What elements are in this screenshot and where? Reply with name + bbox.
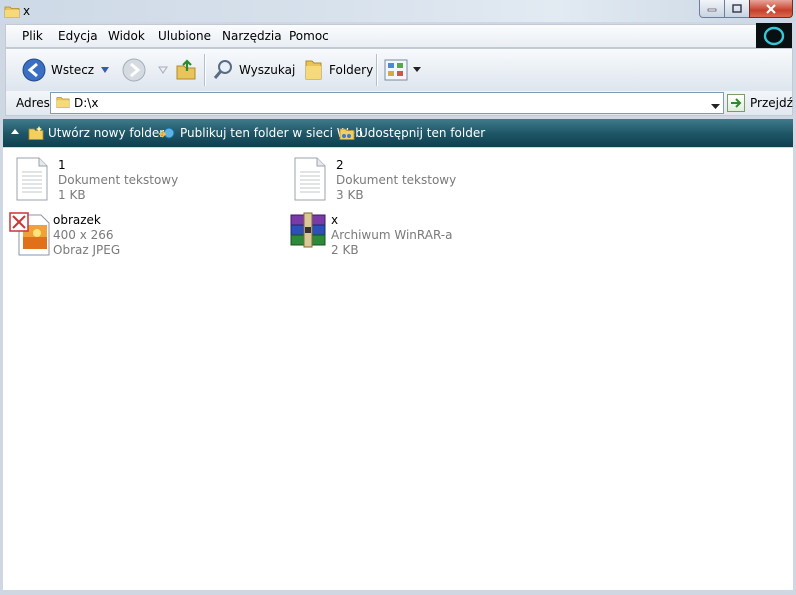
- back-button[interactable]: Wstecz: [22, 58, 94, 82]
- folders-label: Foldery: [329, 63, 374, 77]
- views-button[interactable]: [384, 58, 421, 82]
- chevron-down-icon: [413, 67, 421, 72]
- file-size: 1 KB: [58, 188, 86, 202]
- file-list: 1 Dokument tekstowy 1 KB 2 Dokument teks…: [3, 148, 793, 590]
- forward-button[interactable]: [122, 58, 146, 82]
- close-button[interactable]: [749, 0, 793, 18]
- chevron-down-icon: [158, 66, 168, 74]
- publish-label: Publikuj ten folder w sieci Web: [180, 126, 363, 140]
- back-label: Wstecz: [51, 63, 95, 77]
- folders-icon: [305, 60, 322, 80]
- folder-tasks-bar: Utwórz nowy folder Publikuj ten folder w…: [3, 119, 793, 147]
- search-button[interactable]: Wyszukaj: [212, 58, 295, 82]
- address-label: Adres: [16, 96, 50, 110]
- chevron-down-icon: [711, 104, 720, 109]
- file-size: 2 KB: [331, 243, 359, 257]
- address-value: D:\x: [74, 96, 99, 110]
- publish-folder-task[interactable]: Publikuj ten folder w sieci Web: [158, 125, 363, 141]
- toolbar-separator: [376, 54, 377, 86]
- back-arrow-icon: [22, 58, 46, 82]
- winrar-archive-icon: [287, 211, 327, 259]
- minimize-button[interactable]: [699, 0, 725, 18]
- folder-up-icon: [176, 59, 196, 80]
- text-file-icon: [14, 156, 54, 204]
- menu-edycja[interactable]: Edycja: [58, 29, 98, 43]
- up-folder-button[interactable]: [174, 58, 198, 82]
- text-file-icon: [292, 156, 332, 204]
- address-dropdown[interactable]: [711, 99, 720, 113]
- folder-icon: [4, 3, 20, 22]
- back-history-dropdown[interactable]: [100, 58, 110, 82]
- menu-plik[interactable]: Plik: [22, 29, 43, 43]
- search-label: Wyszukaj: [239, 63, 296, 77]
- folder-icon: [56, 95, 70, 112]
- menu-widok[interactable]: Widok: [108, 29, 145, 43]
- chevron-down-icon: [101, 67, 109, 73]
- views-icon: [384, 59, 408, 81]
- jpeg-image-icon: [9, 211, 50, 259]
- file-name: obrazek: [53, 213, 101, 227]
- file-name: 1: [58, 158, 66, 172]
- file-item-2[interactable]: 2 Dokument tekstowy 3 KB: [292, 156, 456, 204]
- publish-web-icon: [159, 127, 175, 139]
- go-arrow-icon: [727, 94, 745, 112]
- address-bar: Adres D:\x Przejdź: [5, 91, 793, 116]
- close-icon: [766, 3, 776, 14]
- file-item-x[interactable]: x Archiwum WinRAR-a 2 KB: [287, 211, 452, 259]
- search-icon: [213, 60, 232, 79]
- collapse-icon[interactable]: [11, 129, 19, 134]
- file-type: Obraz JPEG: [53, 243, 121, 257]
- share-label: Udostępnij ten folder: [359, 126, 486, 140]
- file-name: x: [331, 213, 339, 227]
- file-size: 3 KB: [336, 188, 364, 202]
- file-name: 2: [336, 158, 344, 172]
- file-item-1[interactable]: 1 Dokument tekstowy 1 KB: [14, 156, 178, 204]
- menu-pomoc[interactable]: Pomoc: [289, 29, 329, 43]
- forward-arrow-icon: [122, 58, 146, 82]
- forward-history-dropdown[interactable]: [158, 58, 168, 82]
- new-folder-icon: [28, 126, 44, 140]
- toolbar-separator: [204, 54, 205, 86]
- folders-button[interactable]: Foldery: [302, 58, 373, 82]
- address-input[interactable]: D:\x: [50, 92, 724, 114]
- new-folder-task[interactable]: Utwórz nowy folder: [28, 125, 164, 141]
- menu-bar: Plik Edycja Widok Ulubione Narzędzia Pom…: [5, 24, 756, 48]
- maximize-button[interactable]: [724, 0, 750, 18]
- new-folder-label: Utwórz nowy folder: [48, 126, 165, 140]
- go-label: Przejdź: [750, 96, 793, 110]
- image-dimensions: 400 x 266: [53, 228, 114, 242]
- title-bar: x: [0, 0, 796, 22]
- go-button[interactable]: Przejdź: [727, 94, 793, 112]
- toolbar: Wstecz Wyszukaj Foldery: [5, 48, 793, 92]
- menu-narzedzia[interactable]: Narzędzia: [222, 29, 282, 43]
- windows-logo-icon: [756, 23, 792, 48]
- share-folder-icon: [339, 128, 355, 140]
- menu-ulubione[interactable]: Ulubione: [158, 29, 211, 43]
- file-item-obrazek[interactable]: obrazek 400 x 266 Obraz JPEG: [9, 211, 120, 259]
- file-type: Dokument tekstowy: [58, 173, 179, 187]
- share-folder-task[interactable]: Udostępnij ten folder: [339, 125, 485, 141]
- file-type: Dokument tekstowy: [336, 173, 457, 187]
- window-title: x: [23, 4, 31, 18]
- file-type: Archiwum WinRAR-a: [331, 228, 453, 242]
